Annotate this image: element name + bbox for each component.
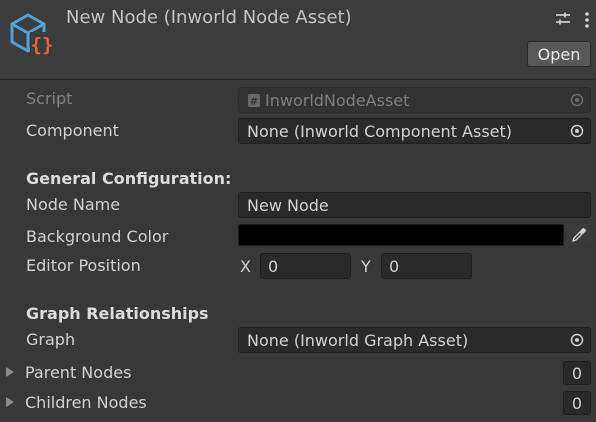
script-label: Script (26, 89, 73, 108)
script-field: # InworldNodeAsset (238, 87, 591, 113)
y-label: Y (361, 257, 371, 276)
script-value: InworldNodeAsset (265, 90, 410, 110)
open-button[interactable]: Open (527, 41, 591, 67)
graph-label: Graph (26, 330, 76, 349)
svg-text:#: # (250, 96, 258, 107)
parent-nodes-foldout-arrow-icon[interactable] (5, 366, 15, 378)
graph-value: None (Inworld Graph Asset) (247, 330, 469, 350)
eyedropper-button[interactable] (566, 224, 591, 246)
parent-nodes-label[interactable]: Parent Nodes (25, 363, 131, 383)
position-x-input[interactable]: 0 (260, 253, 351, 279)
graph-relationships-header: Graph Relationships (26, 304, 209, 323)
presets-sliders-icon[interactable] (555, 11, 571, 27)
children-nodes-foldout-arrow-icon[interactable] (5, 396, 15, 408)
script-file-icon: # (248, 93, 260, 107)
general-configuration-header: General Configuration: (26, 169, 232, 188)
kebab-menu-icon[interactable] (584, 11, 590, 29)
scriptable-object-icon: {} (10, 13, 54, 56)
node-name-label: Node Name (26, 195, 121, 214)
asset-title: New Node (Inworld Node Asset) (66, 7, 352, 28)
node-name-input[interactable]: New Node (238, 192, 591, 218)
parent-nodes-count[interactable]: 0 (563, 361, 591, 385)
graph-field[interactable]: None (Inworld Graph Asset) (238, 327, 591, 353)
background-color-swatch[interactable] (238, 224, 564, 246)
object-picker-icon[interactable] (570, 124, 584, 138)
editor-position-label: Editor Position (26, 256, 141, 275)
component-label: Component (26, 121, 119, 140)
object-picker-icon[interactable] (570, 333, 584, 347)
component-value: None (Inworld Component Asset) (247, 121, 513, 141)
position-y-input[interactable]: 0 (381, 253, 472, 279)
children-nodes-label[interactable]: Children Nodes (25, 393, 147, 413)
component-field[interactable]: None (Inworld Component Asset) (238, 118, 591, 144)
object-picker-icon (570, 93, 584, 107)
background-color-label: Background Color (26, 227, 169, 246)
children-nodes-count[interactable]: 0 (563, 391, 591, 415)
eyedropper-icon (571, 228, 586, 242)
inspector-header: {} New Node (Inworld Node Asset) Open (0, 0, 596, 80)
svg-text:{}: {} (31, 34, 54, 56)
node-name-value: New Node (247, 195, 329, 215)
x-label: X (240, 257, 251, 276)
